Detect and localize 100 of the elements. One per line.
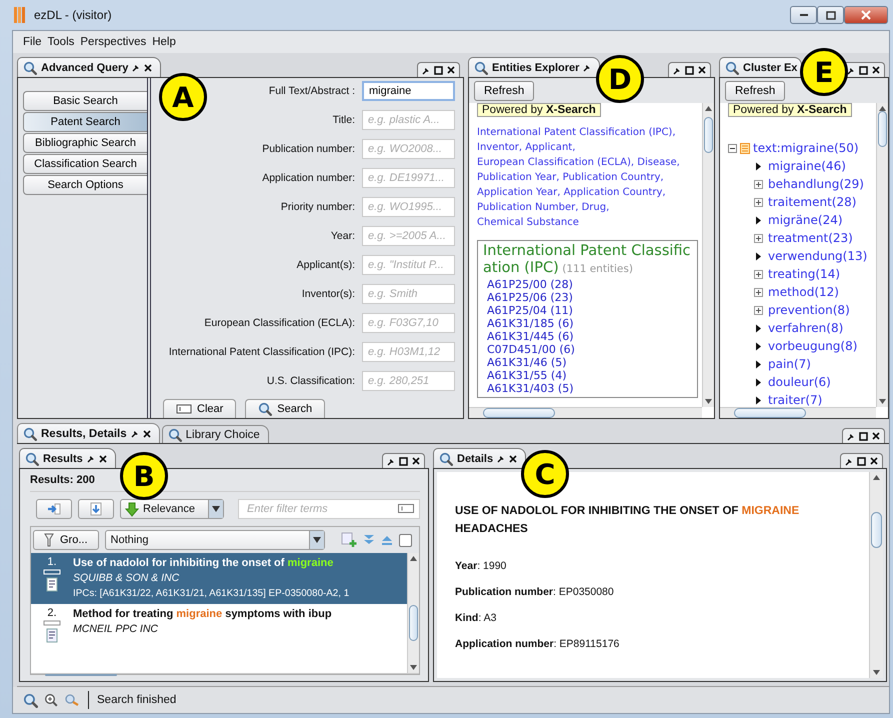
panel-tab[interactable]: Advanced Query [17, 57, 162, 77]
close-icon[interactable] [98, 454, 107, 462]
maximize-icon[interactable] [434, 66, 443, 74]
tree-item[interactable]: treatment(23) [768, 231, 853, 245]
expand-icon[interactable] [754, 234, 763, 242]
tree-item[interactable]: vorbeugung(8) [768, 339, 858, 353]
triangle-icon[interactable] [754, 216, 763, 224]
close-icon[interactable] [870, 457, 878, 465]
entity-link[interactable]: A61P25/06 (23) [483, 291, 692, 304]
refresh-button[interactable]: Refresh [474, 80, 534, 100]
close-icon[interactable] [142, 430, 151, 438]
entity-link[interactable]: A61P25/00 (28) [483, 278, 692, 291]
expand-icon[interactable] [754, 180, 763, 188]
maximize-button[interactable] [817, 6, 844, 24]
entity-type-link[interactable]: Publication Number, [477, 202, 578, 213]
close-icon[interactable] [509, 454, 518, 462]
pin-icon[interactable] [132, 63, 140, 72]
expand-icon[interactable] [754, 306, 763, 314]
close-icon[interactable] [412, 457, 420, 465]
entity-type-link[interactable]: Chemical Substance [477, 217, 579, 228]
panel-tab[interactable]: Results, Details [17, 423, 160, 443]
close-icon[interactable] [698, 66, 706, 74]
entity-link[interactable]: A61K31/46 (5) [483, 356, 692, 369]
scroll-down-icon[interactable] [879, 399, 886, 404]
entity-link[interactable]: A61P25/04 (11) [483, 304, 692, 317]
zoom-in-icon[interactable] [44, 693, 58, 707]
pin-icon[interactable] [422, 66, 430, 74]
entity-type-link[interactable]: European Classification (ECLA), [477, 157, 634, 168]
pin-icon[interactable] [387, 456, 395, 466]
group-by-dropdown[interactable]: Nothing [104, 530, 325, 550]
entity-link[interactable]: A61K31/403 (5) [483, 382, 692, 395]
close-icon[interactable] [872, 66, 880, 74]
scroll-up-icon[interactable] [873, 475, 880, 480]
entity-type-link[interactable]: Disease, [637, 157, 680, 168]
pin-icon[interactable] [847, 432, 855, 440]
collapse-icon[interactable] [728, 144, 737, 152]
expand-icon[interactable] [754, 198, 763, 206]
entity-type-link[interactable]: Drug, [582, 202, 610, 213]
group-button[interactable]: Gro... [33, 530, 99, 550]
toolbar-button[interactable] [78, 499, 114, 519]
search-mode-button[interactable]: Search Options [23, 175, 147, 195]
checkbox[interactable] [398, 534, 412, 546]
entity-link[interactable]: A61K31/55 (4) [483, 369, 692, 382]
panel-tab[interactable]: Results [19, 448, 116, 468]
triangle-icon[interactable] [754, 252, 763, 260]
panel-tab[interactable]: Library Choice [162, 425, 269, 443]
tree-item[interactable]: douleur(6) [768, 375, 831, 389]
vertical-scrollbar[interactable] [876, 103, 888, 407]
menu-item[interactable]: File [23, 36, 42, 48]
scroll-down-icon[interactable] [410, 665, 417, 670]
maximize-icon[interactable] [859, 432, 868, 440]
close-icon[interactable] [447, 66, 455, 74]
pin-icon[interactable] [130, 429, 139, 438]
maximize-icon[interactable] [859, 66, 868, 74]
toolbar-button[interactable] [36, 499, 72, 519]
tree-item[interactable]: migräne(24) [768, 213, 843, 227]
entity-type-link[interactable]: Application Country, [564, 187, 666, 198]
expand-icon[interactable] [754, 270, 763, 278]
input-field[interactable]: e.g. plastic A... [362, 110, 455, 130]
clear-button[interactable]: Clear [163, 399, 236, 418]
entity-type-link[interactable]: Publication Country, [562, 172, 664, 183]
pin-icon[interactable] [583, 63, 592, 72]
menu-item[interactable]: Perspectives [80, 36, 146, 48]
search-mode-button[interactable]: Classification Search [23, 154, 147, 174]
pin-icon[interactable] [497, 454, 506, 463]
result-item[interactable]: 2. Method for treating migraine symptoms with ibup MCNEIL PPC INC [31, 604, 407, 647]
tree-item[interactable]: traiter(7) [768, 393, 822, 407]
tree-item[interactable]: migraine(46) [768, 159, 846, 173]
panel-tab[interactable]: Cluster Ex [719, 57, 802, 77]
minimize-button[interactable] [790, 6, 817, 24]
input-field[interactable]: e.g. >=2005 A... [362, 226, 455, 246]
tree-item[interactable]: verwendung(13) [768, 249, 868, 263]
input-field[interactable]: e.g. WO1995... [362, 197, 455, 217]
input-field[interactable]: e.g. Smith [362, 284, 455, 304]
sort-dropdown[interactable]: Relevance [120, 499, 224, 519]
entity-type-link[interactable]: International Patent Classification (IPC), [477, 127, 676, 138]
scroll-up-icon[interactable] [705, 106, 712, 111]
add-document-icon[interactable] [340, 532, 357, 548]
close-icon[interactable] [144, 64, 152, 72]
input-field[interactable]: e.g. 280,251 [362, 371, 455, 391]
tree-item[interactable]: behandlung(29) [768, 177, 864, 191]
filter-field[interactable]: Enter filter terms [238, 499, 420, 519]
tree-item[interactable]: text:migraine(50) [753, 141, 859, 155]
entity-type-link[interactable]: Publication Year, [477, 172, 560, 183]
scroll-down-icon[interactable] [873, 670, 880, 675]
maximize-icon[interactable] [399, 456, 408, 466]
entity-link[interactable]: A61K31/445 (6) [483, 330, 692, 343]
pin-icon[interactable] [673, 66, 681, 74]
result-item[interactable]: 1. Use of nadolol for inhibiting the onset of migraine SQUIBB & SON & INC IPCs: [A61K31/22, A61K31/21, A61K31/135] EP-0350080-A2, 1 [31, 553, 407, 604]
input-field[interactable]: e.g. DE19971... [362, 168, 455, 188]
pin-icon[interactable] [86, 454, 95, 463]
entity-link[interactable]: C07D451/00 (6) [483, 343, 692, 356]
result-title[interactable]: Method for treating migraine symptoms with ibup [73, 607, 332, 622]
tree-item[interactable]: verfahren(8) [768, 321, 844, 335]
tree-item[interactable]: prevention(8) [768, 303, 850, 317]
maximize-icon[interactable] [685, 66, 694, 74]
expand-icon[interactable] [754, 288, 763, 296]
vertical-scrollbar[interactable] [407, 553, 419, 673]
tree-item[interactable]: method(12) [768, 285, 839, 299]
entity-type-link[interactable]: Applicant, [525, 142, 576, 153]
